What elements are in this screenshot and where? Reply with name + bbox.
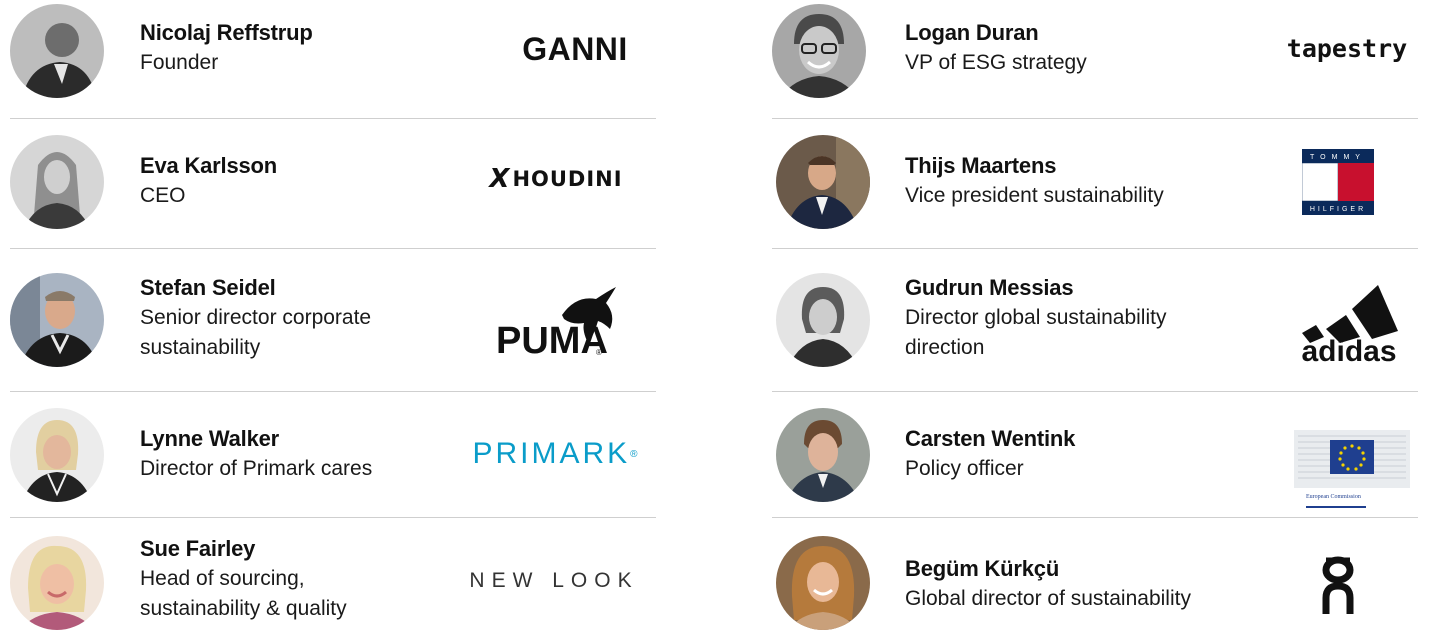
- puma-wordmark: PUMA: [496, 320, 608, 361]
- speakers-column-right: Logan Duran VP of ESG strategy tapestry …: [772, 0, 1418, 632]
- houdini-logo: X HOUDINI: [478, 159, 634, 199]
- speaker-card: Eva Karlsson CEO X HOUDINI: [0, 119, 656, 249]
- avatar: [10, 408, 104, 502]
- houdini-mark-icon: X: [489, 164, 511, 194]
- speaker-name: Gudrun Messias: [905, 275, 1074, 300]
- ganni-logo: GANNI: [522, 30, 628, 67]
- avatar: [776, 135, 870, 229]
- european-commission-logo: European Commission: [1290, 428, 1414, 512]
- hilfiger-text: HILFIGER: [1310, 206, 1366, 213]
- speaker-role: VP of ESG strategy: [905, 51, 1087, 74]
- ec-wordmark: European Commission: [1306, 494, 1361, 500]
- speaker-role: Founder: [140, 51, 219, 74]
- speaker-name: Carsten Wentink: [905, 426, 1076, 451]
- speaker-role: Senior director corporate: [140, 306, 372, 329]
- new-look-logo: NEW LOOK: [469, 569, 639, 592]
- svg-text:®: ®: [596, 348, 602, 357]
- speaker-role: sustainability & quality: [140, 597, 347, 620]
- speaker-role: CEO: [140, 184, 186, 207]
- tommy-text: TOMMY: [1310, 154, 1366, 161]
- avatar: [10, 4, 104, 98]
- avatar: [10, 536, 104, 630]
- speaker-name: Stefan Seidel: [140, 275, 276, 300]
- speaker-role: Policy officer: [905, 457, 1024, 480]
- speaker-role: Head of sourcing,: [140, 567, 305, 590]
- speaker-card: Lynne Walker Director of Primark cares P…: [0, 392, 656, 518]
- speaker-name: Thijs Maartens: [905, 153, 1057, 178]
- on-logo: On: [1320, 552, 1356, 616]
- tapestry-logo: tapestry: [1286, 33, 1408, 63]
- avatar: [776, 273, 870, 367]
- speaker-role: Vice president sustainability: [905, 184, 1164, 207]
- adidas-wordmark: adidas: [1301, 335, 1396, 363]
- speaker-role: sustainability: [140, 336, 261, 359]
- avatar: [10, 273, 104, 367]
- primark-wordmark: PRIMARK: [472, 437, 631, 470]
- speakers-column-left: Nicolaj Reffstrup Founder GANNI Eva Karl…: [0, 0, 656, 632]
- speaker-card: Stefan Seidel Senior director corporate …: [0, 249, 656, 392]
- speaker-card: Nicolaj Reffstrup Founder GANNI: [0, 0, 656, 119]
- speaker-role: Director global sustainability: [905, 306, 1167, 329]
- speaker-role: direction: [905, 336, 985, 359]
- avatar: [776, 536, 870, 630]
- speaker-card: Sue Fairley Head of sourcing, sustainabi…: [0, 518, 656, 632]
- speaker-name: Sue Fairley: [140, 536, 256, 561]
- houdini-wordmark: HOUDINI: [512, 167, 623, 191]
- speaker-name: Eva Karlsson: [140, 153, 278, 178]
- speaker-role: Director of Primark cares: [140, 457, 373, 480]
- tommy-hilfiger-logo: TOMMY HILFIGER: [1302, 149, 1374, 215]
- speaker-role: Global director of sustainability: [905, 587, 1191, 610]
- avatar: [776, 408, 870, 502]
- puma-logo: PUMA ®: [492, 285, 624, 361]
- speaker-name: Logan Duran: [905, 20, 1039, 45]
- speaker-card: Carsten Wentink Policy officer European …: [772, 392, 1418, 518]
- speaker-card: Begüm Kürkçü Global director of sustaina…: [772, 518, 1418, 632]
- avatar: [10, 135, 104, 229]
- speaker-name: Lynne Walker: [140, 426, 280, 451]
- adidas-logo: adidas: [1282, 279, 1416, 363]
- speaker-card: Gudrun Messias Director global sustainab…: [772, 249, 1418, 392]
- speaker-card: Logan Duran VP of ESG strategy tapestry: [772, 0, 1418, 119]
- avatar: [772, 4, 866, 98]
- primark-logo: PRIMARK ®: [472, 437, 638, 470]
- speaker-name: Begüm Kürkçü: [905, 556, 1060, 581]
- speaker-card: Thijs Maartens Vice president sustainabi…: [772, 119, 1418, 249]
- speaker-name: Nicolaj Reffstrup: [140, 20, 313, 45]
